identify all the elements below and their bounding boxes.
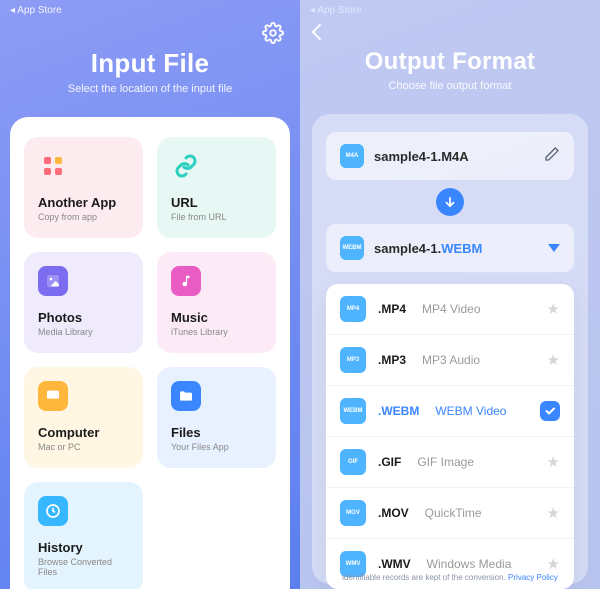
file-badge-icon: MP4: [340, 296, 366, 322]
convert-arrow: [436, 188, 464, 216]
format-ext: .MP4: [378, 302, 406, 316]
tile-photos[interactable]: Photos Media Library: [24, 252, 143, 353]
tile-title: Files: [171, 425, 262, 440]
page-header: Input File Select the location of the in…: [0, 18, 300, 117]
output-panel: M4A sample4-1.M4A WEBM sample4-1.WEBM MP…: [312, 114, 588, 584]
back-to-app-store[interactable]: ◂ App Store: [310, 5, 362, 16]
tile-title: Photos: [38, 310, 129, 325]
format-option-gif[interactable]: GIF .GIF GIF Image ★: [326, 437, 574, 488]
format-desc: QuickTime: [425, 506, 482, 520]
tile-title: Another App: [38, 195, 129, 210]
tile-url[interactable]: URL File from URL: [157, 137, 276, 238]
source-file-name: sample4-1.M4A: [374, 149, 534, 164]
tile-title: Music: [171, 310, 262, 325]
page-title: Input File: [0, 48, 300, 79]
photos-icon: [38, 266, 68, 296]
file-badge-icon: MOV: [340, 500, 366, 526]
tile-title: History: [38, 540, 129, 555]
tile-computer[interactable]: Computer Mac or PC: [24, 367, 143, 468]
page-title: Output Format: [300, 48, 600, 76]
tile-subtitle: Copy from app: [38, 212, 129, 222]
tile-subtitle: iTunes Library: [171, 327, 262, 337]
computer-icon: [38, 381, 68, 411]
format-option-mov[interactable]: MOV .MOV QuickTime ★: [326, 488, 574, 539]
page-subtitle: Select the location of the input file: [0, 83, 300, 95]
pencil-icon: [544, 146, 560, 162]
tile-another-app[interactable]: Another App Copy from app: [24, 137, 143, 238]
music-icon: [171, 266, 201, 296]
format-option-mp4[interactable]: MP4 .MP4 MP4 Video ★: [326, 284, 574, 335]
tile-music[interactable]: Music iTunes Library: [157, 252, 276, 353]
source-file-row: M4A sample4-1.M4A: [326, 132, 574, 180]
folder-icon: [171, 381, 201, 411]
target-file-name: sample4-1.WEBM: [374, 241, 538, 256]
tile-subtitle: Media Library: [38, 327, 129, 337]
target-file-row[interactable]: WEBM sample4-1.WEBM: [326, 224, 574, 272]
history-icon: [38, 496, 68, 526]
footer-note: identifiable records are kept of the con…: [312, 573, 588, 582]
tile-title: Computer: [38, 425, 129, 440]
page-header: Output Format Choose file output format: [300, 18, 600, 114]
page-subtitle: Choose file output format: [300, 80, 600, 92]
file-badge-icon: WEBM: [340, 398, 366, 424]
settings-button[interactable]: [262, 22, 284, 49]
tile-subtitle: Browse Converted Files: [38, 557, 129, 577]
status-bar: ◂ App Store: [300, 0, 600, 18]
format-ext: .WMV: [378, 557, 411, 571]
format-desc: WEBM Video: [435, 404, 506, 418]
format-desc: GIF Image: [417, 455, 474, 469]
check-icon: [540, 401, 560, 421]
tile-files[interactable]: Files Your Files App: [157, 367, 276, 468]
tile-title: URL: [171, 195, 262, 210]
tile-subtitle: Your Files App: [171, 442, 262, 452]
back-to-app-store[interactable]: ◂ App Store: [10, 5, 62, 16]
file-badge-icon: WEBM: [340, 236, 364, 260]
format-option-webm[interactable]: WEBM .WEBM WEBM Video: [326, 386, 574, 437]
edit-source-button[interactable]: [544, 146, 560, 167]
link-icon: [171, 151, 201, 181]
privacy-policy-link[interactable]: Privacy Policy: [508, 573, 558, 582]
star-icon[interactable]: ★: [547, 300, 560, 318]
gear-icon: [262, 22, 284, 44]
star-icon[interactable]: ★: [547, 555, 560, 573]
tile-history[interactable]: History Browse Converted Files: [24, 482, 143, 589]
input-panel: Another App Copy from app URL File from …: [10, 117, 290, 589]
format-ext: .MOV: [378, 506, 409, 520]
output-format-screen: ◂ App Store Output Format Choose file ou…: [300, 0, 600, 589]
file-badge-icon: MP3: [340, 347, 366, 373]
format-ext: .MP3: [378, 353, 406, 367]
apps-icon: [38, 151, 68, 181]
file-badge-icon: M4A: [340, 144, 364, 168]
star-icon[interactable]: ★: [547, 453, 560, 471]
tile-subtitle: Mac or PC: [38, 442, 129, 452]
tile-subtitle: File from URL: [171, 212, 262, 222]
arrow-down-icon: [443, 195, 457, 209]
format-desc: MP3 Audio: [422, 353, 480, 367]
format-dropdown: MP4 .MP4 MP4 Video ★ MP3 .MP3 MP3 Audio ★ WEBM .W…: [326, 284, 574, 589]
format-option-mp3[interactable]: MP3 .MP3 MP3 Audio ★: [326, 335, 574, 386]
input-file-screen: ◂ App Store Input File Select the locati…: [0, 0, 300, 589]
format-desc: Windows Media: [427, 557, 512, 571]
file-badge-icon: GIF: [340, 449, 366, 475]
format-ext: .GIF: [378, 455, 401, 469]
star-icon[interactable]: ★: [547, 351, 560, 369]
chevron-down-icon: [548, 244, 560, 252]
format-desc: MP4 Video: [422, 302, 480, 316]
status-bar: ◂ App Store: [0, 0, 300, 18]
format-ext: .WEBM: [378, 404, 419, 418]
star-icon[interactable]: ★: [547, 504, 560, 522]
